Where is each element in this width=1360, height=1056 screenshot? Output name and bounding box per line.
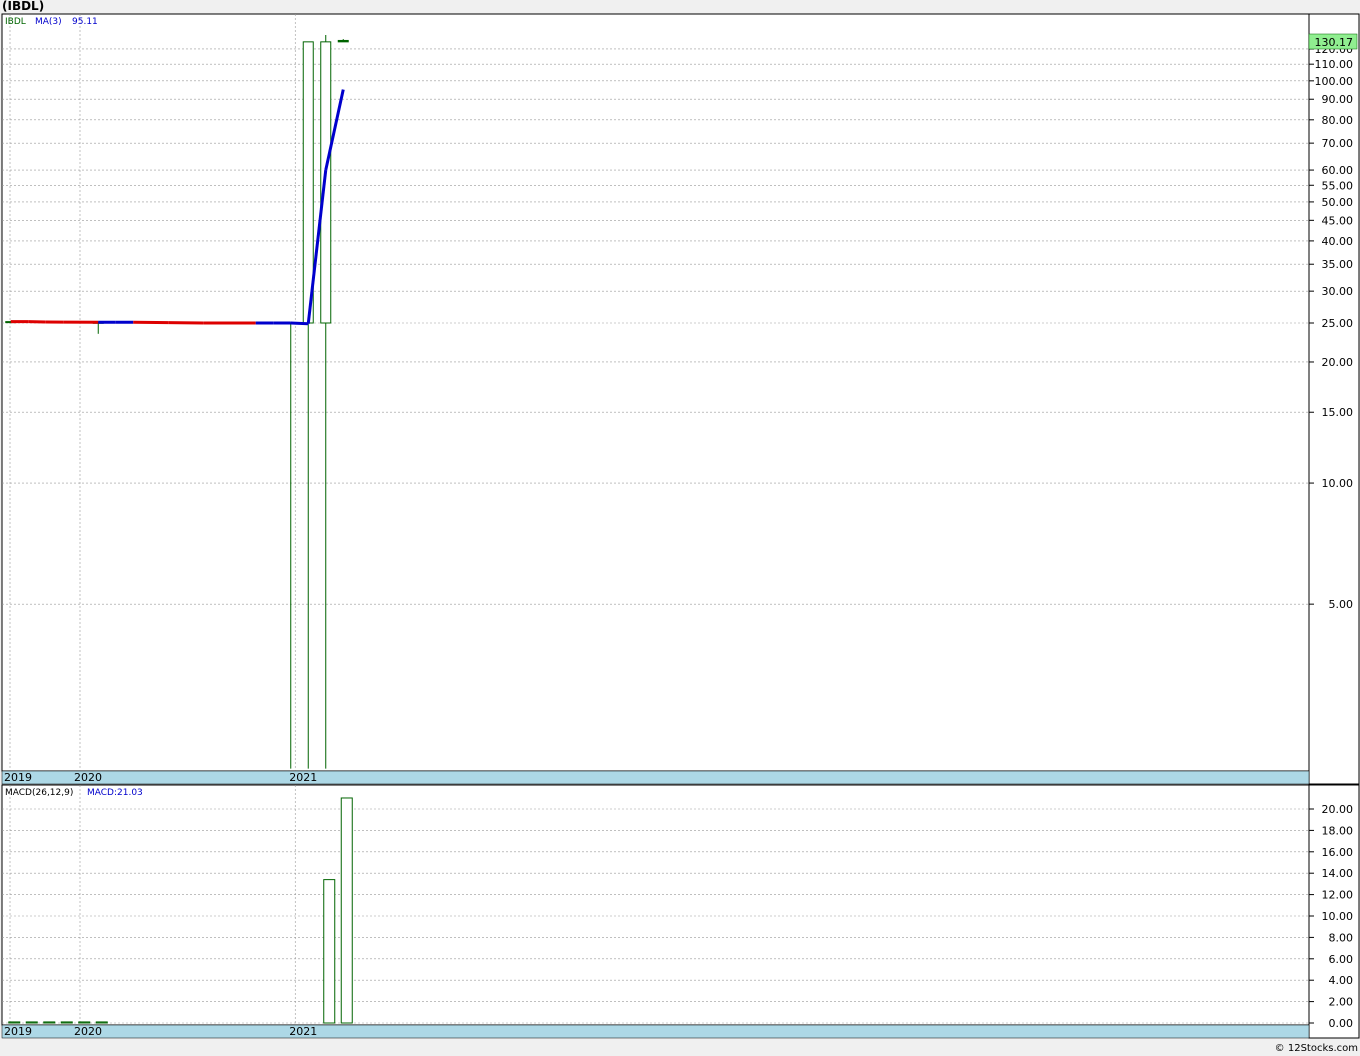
macd-y-tick-label: 12.00 <box>1322 889 1354 902</box>
last-price-label: 130.17 <box>1315 36 1354 49</box>
macd-bar <box>60 1021 73 1024</box>
macd-y-tick-label: 2.00 <box>1329 996 1354 1009</box>
macd-bar <box>340 797 353 1024</box>
price-y-tick-label: 60.00 <box>1322 164 1354 177</box>
macd-bar <box>43 1021 56 1024</box>
macd-bar <box>323 879 336 1024</box>
macd-y-tick-label: 10.00 <box>1322 910 1354 923</box>
macd-y-tick-label: 6.00 <box>1329 953 1354 966</box>
macd-y-tick-label: 14.00 <box>1322 867 1354 880</box>
legend-ma-value: 95.11 <box>72 17 98 27</box>
price-y-tick-label: 15.00 <box>1322 406 1354 419</box>
macd-bar <box>78 1021 91 1024</box>
price-y-tick-label: 5.00 <box>1329 598 1354 611</box>
price-x-label: 2021 <box>289 771 317 784</box>
macd-bar <box>8 1021 21 1024</box>
macd-x-label: 2021 <box>289 1025 317 1038</box>
macd-y-tick-label: 18.00 <box>1322 824 1354 837</box>
price-y-tick-label: 30.00 <box>1322 285 1354 298</box>
macd-x-label: 2019 <box>4 1025 32 1038</box>
price-y-tick-label: 90.00 <box>1322 93 1354 106</box>
macd-legend-label: MACD(26,12,9) <box>5 788 73 798</box>
price-panel: 5.00 10.00 15.00 20.00 25.00 30.00 35.00 40.00 4… <box>1 13 1360 785</box>
macd-legend-value: MACD:21.03 <box>87 788 143 798</box>
price-y-tick-label: 10.00 <box>1322 477 1354 490</box>
price-x-label: 2020 <box>74 771 102 784</box>
price-y-tick-label: 25.00 <box>1322 317 1354 330</box>
legend-ma-label: MA(3) <box>35 17 62 27</box>
candle-body <box>337 39 349 43</box>
macd-x-axis-band <box>1 1024 1310 1039</box>
chart-canvas: 5.00 10.00 15.00 20.00 25.00 30.00 35.00 40.00 4… <box>1 13 1360 1039</box>
price-x-label: 2019 <box>4 771 32 784</box>
macd-bar <box>25 1021 38 1024</box>
price-x-axis-band <box>1 770 1310 785</box>
macd-panel: 0.00 2.00 4.00 6.00 8.00 10.00 12.00 14.00 16.00… <box>1 784 1360 1039</box>
price-y-tick-label: 110.00 <box>1315 58 1354 71</box>
macd-y-tick-label: 8.00 <box>1329 931 1354 944</box>
price-y-tick-label: 55.00 <box>1322 179 1354 192</box>
price-y-tick-label: 40.00 <box>1322 235 1354 248</box>
macd-y-tick-label: 0.00 <box>1329 1017 1354 1030</box>
macd-y-tick-label: 16.00 <box>1322 846 1354 859</box>
macd-x-label: 2020 <box>74 1025 102 1038</box>
price-y-tick-label: 35.00 <box>1322 258 1354 271</box>
copyright-footer: © 12Stocks.com <box>1274 1043 1358 1054</box>
price-y-tick-label: 20.00 <box>1322 356 1354 369</box>
macd-y-tick-label: 20.00 <box>1322 803 1354 816</box>
macd-bar <box>95 1021 108 1024</box>
price-y-tick-label: 45.00 <box>1322 214 1354 227</box>
price-y-tick-label: 100.00 <box>1315 75 1354 88</box>
price-y-tick-label: 80.00 <box>1322 114 1354 127</box>
price-y-tick-label: 50.00 <box>1322 196 1354 209</box>
ma-segment <box>290 321 309 326</box>
price-y-tick-label: 70.00 <box>1322 137 1354 150</box>
macd-y-tick-label: 4.00 <box>1329 974 1354 987</box>
legend-symbol: IBDL <box>5 17 26 27</box>
